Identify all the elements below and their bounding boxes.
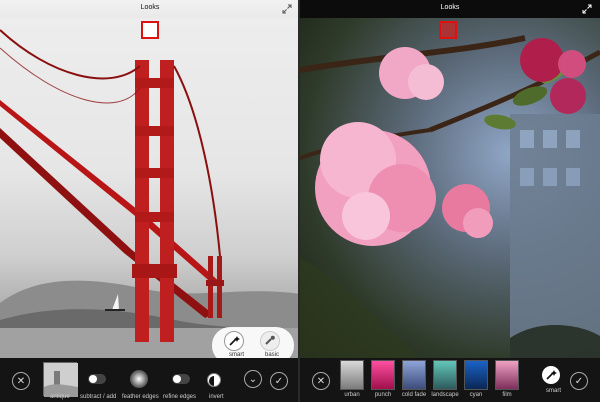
wand-icon: [229, 336, 240, 346]
close-icon: ✕: [316, 375, 326, 387]
toggle-knob: [173, 375, 181, 383]
left-title-bar: Looks: [0, 0, 300, 18]
wand-icon: [546, 370, 557, 380]
right-smart-label: smart: [546, 388, 561, 394]
filter-landscape-label: landscape: [431, 392, 459, 398]
right-editor-panel: Looks ✕ ✓: [300, 0, 600, 402]
filter-urban-label: urban: [344, 392, 360, 398]
filter-film[interactable]: [495, 360, 519, 390]
feather-edges-label: feather edges: [122, 394, 159, 400]
expand-icon[interactable]: [282, 4, 292, 14]
left-photo-canvas[interactable]: [0, 18, 300, 358]
refine-edges-label: refine edges: [163, 394, 197, 400]
left-editor-panel: Looks smart basic ✕ antique subtract / a…: [0, 0, 300, 402]
invert-button[interactable]: [207, 373, 221, 387]
filter-punch-label: punch: [374, 392, 392, 398]
filter-cyan[interactable]: [464, 360, 488, 390]
left-selection-marker[interactable]: [141, 21, 159, 39]
left-confirm-button[interactable]: ✓: [270, 372, 288, 390]
subtract-add-toggle[interactable]: [88, 374, 106, 384]
right-photo-canvas[interactable]: [300, 18, 600, 358]
right-title: Looks: [440, 4, 460, 11]
left-title: Looks: [140, 4, 160, 11]
app-frame: Looks smart basic ✕ antique subtract / a…: [0, 0, 600, 402]
looks-filter-strip: urban punch cold fade landscape cyan fil…: [340, 358, 530, 402]
toggle-knob: [89, 375, 97, 383]
blossom-cluster-bottom-right: [442, 184, 493, 238]
filter-cold-fade-label: cold fade: [401, 392, 427, 398]
filter-urban[interactable]: [340, 360, 364, 390]
brush-icon: [265, 335, 275, 345]
invert-icon: [209, 376, 214, 386]
feather-edges-button[interactable]: [130, 370, 148, 388]
invert-label: invert: [209, 394, 224, 400]
left-close-button[interactable]: ✕: [12, 372, 30, 390]
bridge-photo: [0, 29, 300, 358]
right-title-bar: Looks: [300, 0, 600, 18]
right-smart-button[interactable]: [542, 366, 560, 384]
expand-icon[interactable]: [582, 4, 592, 14]
filter-landscape[interactable]: [433, 360, 457, 390]
filter-punch[interactable]: [371, 360, 395, 390]
close-icon: ✕: [16, 375, 26, 387]
filter-cyan-label: cyan: [469, 392, 483, 398]
antique-look-thumbnail[interactable]: [43, 362, 78, 397]
basic-mode-button[interactable]: [260, 331, 280, 351]
right-confirm-button[interactable]: ✓: [570, 372, 588, 390]
blossom-cluster-large: [315, 122, 436, 246]
checkmark-icon: ✓: [574, 375, 584, 387]
filter-cold-fade[interactable]: [402, 360, 426, 390]
blossom-photo: [300, 35, 600, 358]
antique-look-preview-icon: [44, 363, 78, 397]
refine-edges-toggle[interactable]: [172, 374, 190, 384]
smart-mode-button[interactable]: [224, 331, 244, 351]
checkmark-icon: ✓: [274, 375, 284, 387]
subtract-add-label: subtract / add: [80, 394, 117, 400]
right-close-button[interactable]: ✕: [312, 372, 330, 390]
filter-film-label: film: [502, 392, 512, 398]
chevron-down-icon: ⌄: [248, 373, 258, 385]
right-selection-marker[interactable]: [439, 21, 457, 39]
collapse-button[interactable]: ⌄: [244, 370, 262, 388]
antique-look-label: antique: [50, 394, 70, 400]
